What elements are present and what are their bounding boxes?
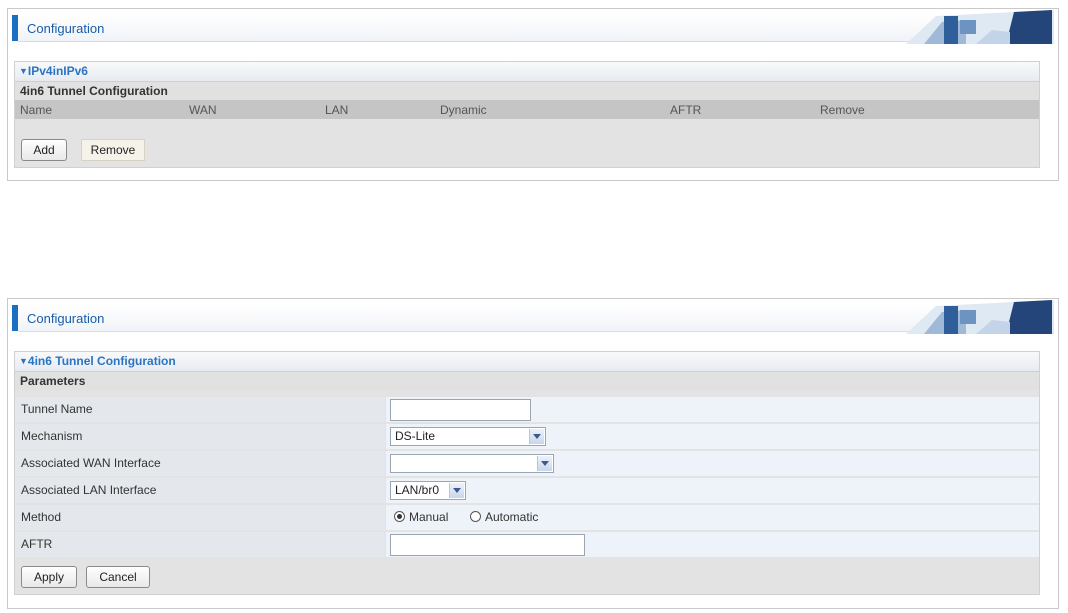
subsection-title: 4in6 Tunnel Configuration [15, 82, 1039, 100]
panel-header: Configuration [8, 299, 1058, 336]
tunnel-name-cell [386, 397, 1039, 422]
section-header[interactable]: ▼4in6 Tunnel Configuration [15, 352, 1039, 372]
row-tunnel-name: Tunnel Name [15, 397, 1039, 422]
router-banner-icon [906, 10, 1054, 44]
manual-radio-label[interactable]: Manual [409, 510, 448, 524]
mechanism-label: Mechanism [15, 424, 385, 449]
method-label: Method [15, 505, 385, 530]
wan-interface-cell [386, 451, 1039, 476]
col-name: Name [20, 103, 53, 117]
title-bar: Configuration [18, 305, 1048, 332]
mechanism-select[interactable]: DS-Lite [390, 427, 546, 446]
tunnel-name-input[interactable] [390, 399, 531, 421]
row-mechanism: Mechanism DS-Lite [15, 424, 1039, 449]
method-cell: Manual Automatic [386, 505, 1039, 530]
lan-interface-value: LAN/br0 [395, 483, 440, 497]
mechanism-cell: DS-Lite [386, 424, 1039, 449]
panel-header: Configuration [8, 9, 1058, 46]
section-title: 4in6 Tunnel Configuration [27, 354, 176, 368]
wan-interface-select[interactable] [390, 454, 554, 473]
title-bar: Configuration [18, 15, 1048, 42]
row-lan-interface: Associated LAN Interface LAN/br0 [15, 478, 1039, 503]
ipv4inipv6-panel: Configuration ▼IPv4inIPv6 4in6 Tunnel Co… [7, 8, 1059, 181]
chevron-down-icon [529, 429, 544, 444]
col-remove: Remove [820, 103, 865, 117]
manual-radio[interactable] [394, 511, 405, 522]
apply-button[interactable]: Apply [21, 566, 77, 588]
ipv4inipv6-section: ▼IPv4inIPv6 4in6 Tunnel Configuration Na… [14, 61, 1040, 168]
col-aftr: AFTR [670, 103, 702, 117]
aftr-label: AFTR [15, 532, 385, 557]
table-header: Name WAN LAN Dynamic AFTR Remove [15, 100, 1039, 119]
chevron-down-icon [537, 456, 552, 471]
automatic-radio-label[interactable]: Automatic [485, 510, 538, 524]
triangle-down-icon: ▼ [19, 66, 28, 76]
add-button[interactable]: Add [21, 139, 67, 161]
aftr-cell [386, 532, 1039, 557]
lan-interface-select[interactable]: LAN/br0 [390, 481, 466, 500]
col-dynamic: Dynamic [440, 103, 487, 117]
lan-interface-label: Associated LAN Interface [15, 478, 385, 503]
lan-interface-cell: LAN/br0 [386, 478, 1039, 503]
section-title: IPv4inIPv6 [27, 64, 88, 78]
mechanism-value: DS-Lite [395, 429, 436, 443]
triangle-down-icon: ▼ [19, 356, 28, 366]
parameters-table: Tunnel Name Mechanism DS-Lite Associated… [15, 397, 1039, 557]
remove-button[interactable]: Remove [81, 139, 145, 161]
section-header[interactable]: ▼IPv4inIPv6 [15, 62, 1039, 82]
page-title: Configuration [27, 21, 105, 36]
tunnel-config-panel: Configuration ▼4in6 Tunnel Configuration… [7, 298, 1059, 609]
chevron-down-icon [449, 483, 464, 498]
col-lan: LAN [325, 103, 349, 117]
cancel-button[interactable]: Cancel [86, 566, 150, 588]
wan-interface-label: Associated WAN Interface [15, 451, 385, 476]
parameters-title: Parameters [15, 372, 1039, 390]
router-banner-icon [906, 300, 1054, 334]
tunnel-config-section: ▼4in6 Tunnel Configuration Parameters Tu… [14, 351, 1040, 595]
row-aftr: AFTR [15, 532, 1039, 557]
row-method: Method Manual Automatic [15, 505, 1039, 530]
tunnel-name-label: Tunnel Name [15, 397, 385, 422]
page-title: Configuration [27, 311, 105, 326]
automatic-radio[interactable] [470, 511, 481, 522]
aftr-input[interactable] [390, 534, 585, 556]
col-wan: WAN [189, 103, 217, 117]
row-wan-interface: Associated WAN Interface [15, 451, 1039, 476]
